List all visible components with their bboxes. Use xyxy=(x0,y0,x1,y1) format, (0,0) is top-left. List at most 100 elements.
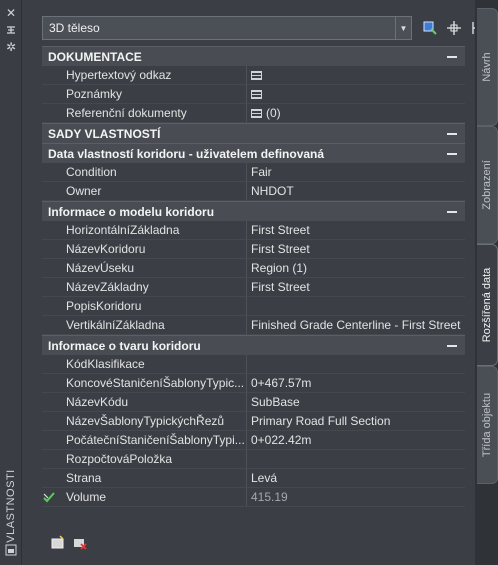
property-value[interactable]: First Street xyxy=(247,240,465,258)
property-name: NázevKoridoru xyxy=(42,240,247,258)
collapse-icon[interactable] xyxy=(447,152,457,155)
toolbar: 3D těleso ▼ xyxy=(42,16,492,40)
property-value[interactable] xyxy=(247,355,465,373)
tab-rozsirena-data[interactable]: Rozšířená data xyxy=(477,244,498,366)
property-row[interactable]: NázevKoridoru First Street xyxy=(42,240,465,259)
property-value[interactable] xyxy=(247,450,465,468)
property-name: Volume xyxy=(42,488,247,506)
category-header[interactable]: Informace o tvaru koridoru xyxy=(42,335,465,355)
property-row[interactable]: KoncovéStaničeníŠablonyTypic... 0+467.57… xyxy=(42,374,465,393)
property-value[interactable]: (0) xyxy=(247,104,465,122)
palette-tabs: Návrh Zobrazení Rozšířená data Třída obj… xyxy=(475,0,498,565)
collapse-icon[interactable] xyxy=(447,55,457,58)
tab-label: Zobrazení xyxy=(481,160,493,210)
property-row[interactable]: NázevŠablonyTypickýchŘezů Primary Road F… xyxy=(42,412,465,431)
property-name: KoncovéStaničeníŠablonyTypic... xyxy=(42,374,247,392)
property-row[interactable]: VertikálníZákladna Finished Grade Center… xyxy=(42,316,465,335)
collapse-icon[interactable] xyxy=(447,344,457,347)
quick-select-icon[interactable] xyxy=(444,18,464,38)
property-row[interactable]: Strana Levá xyxy=(42,469,465,488)
property-name: Condition xyxy=(42,163,247,181)
property-value[interactable] xyxy=(247,66,465,84)
property-value[interactable]: Region (1) xyxy=(247,259,465,277)
property-name: PočátečníStaničeníŠablonyTypi... xyxy=(42,431,247,449)
collapse-icon[interactable] xyxy=(447,210,457,213)
tab-label: Návrh xyxy=(481,52,493,82)
object-type-select[interactable]: 3D těleso ▼ xyxy=(42,16,412,40)
collapse-icon[interactable] xyxy=(447,132,457,135)
palette-title-bar: ✕ ✲ VLASTNOSTI xyxy=(0,0,22,565)
chevron-down-icon[interactable]: ▼ xyxy=(395,17,411,39)
object-type-value: 3D těleso xyxy=(49,21,100,35)
tab-label: Třída objektu xyxy=(481,392,493,458)
property-row[interactable]: Poznámky xyxy=(42,85,465,104)
property-name: Hypertextový odkaz xyxy=(42,66,247,84)
property-row[interactable]: PočátečníStaničeníŠablonyTypi... 0+022.4… xyxy=(42,431,465,450)
category-title: DOKUMENTACE xyxy=(48,49,142,64)
property-name: Poznámky xyxy=(42,85,247,103)
properties-panel: 3D těleso ▼ DOKUMENTACE Hypertextový odk… xyxy=(22,0,485,565)
property-row[interactable]: NázevKódu SubBase xyxy=(42,393,465,412)
calculated-property-icon xyxy=(40,488,58,507)
property-value[interactable] xyxy=(247,85,465,103)
property-name: Strana xyxy=(42,469,247,487)
category-title: SADY VLASTNOSTÍ xyxy=(48,126,161,141)
remove-property-set-icon[interactable] xyxy=(72,535,88,551)
property-value[interactable]: Fair xyxy=(247,163,465,181)
property-value[interactable]: 0+467.57m xyxy=(247,374,465,392)
property-row[interactable]: NázevZákladny First Street xyxy=(42,278,465,297)
table-icon[interactable] xyxy=(251,70,262,80)
table-icon[interactable] xyxy=(251,89,262,99)
property-row[interactable]: NázevÚseku Region (1) xyxy=(42,259,465,278)
property-row[interactable]: PopisKoridoru xyxy=(42,297,465,316)
category-header[interactable]: Data vlastností koridoru - uživatelem de… xyxy=(42,143,465,163)
category-title: Informace o modelu koridoru xyxy=(48,204,215,219)
property-name: VertikálníZákladna xyxy=(42,316,247,334)
property-value[interactable]: Finished Grade Centerline - First Street xyxy=(247,316,465,334)
pin-icon[interactable] xyxy=(4,24,18,38)
properties-icon[interactable] xyxy=(4,544,18,558)
property-row[interactable]: Volume 415.19 xyxy=(42,488,465,507)
property-row[interactable]: Condition Fair xyxy=(42,163,465,182)
property-row[interactable]: Hypertextový odkaz xyxy=(42,66,465,85)
property-value[interactable]: First Street xyxy=(247,221,465,239)
property-grid: DOKUMENTACE Hypertextový odkaz Poznámky … xyxy=(42,46,465,507)
tab-zobrazeni[interactable]: Zobrazení xyxy=(477,126,498,244)
value-text: (0) xyxy=(266,105,281,120)
table-icon[interactable] xyxy=(251,108,262,118)
property-name: HorizontálníZákladna xyxy=(42,221,247,239)
property-name: RozpočtováPoložka xyxy=(42,450,247,468)
property-value[interactable]: First Street xyxy=(247,278,465,296)
property-row[interactable]: Owner NHDOT xyxy=(42,182,465,201)
property-value[interactable] xyxy=(247,297,465,315)
palette-title: VLASTNOSTI xyxy=(5,469,17,543)
property-row[interactable]: HorizontálníZákladna First Street xyxy=(42,221,465,240)
property-name: KódKlasifikace xyxy=(42,355,247,373)
property-row[interactable]: KódKlasifikace xyxy=(42,355,465,374)
property-value[interactable]: Levá xyxy=(247,469,465,487)
category-header[interactable]: Informace o modelu koridoru xyxy=(42,201,465,221)
tab-trida-objektu[interactable]: Třída objektu xyxy=(477,366,498,484)
property-value[interactable]: Primary Road Full Section xyxy=(247,412,465,430)
property-value[interactable]: SubBase xyxy=(247,393,465,411)
select-objects-icon[interactable] xyxy=(420,18,440,38)
property-name: NázevKódu xyxy=(42,393,247,411)
property-row[interactable]: RozpočtováPoložka xyxy=(42,450,465,469)
property-name: NázevZákladny xyxy=(42,278,247,296)
tab-label: Rozšířená data xyxy=(481,267,493,343)
tab-navrh[interactable]: Návrh xyxy=(477,8,498,126)
category-title: Informace o tvaru koridoru xyxy=(48,338,201,353)
category-header[interactable]: DOKUMENTACE xyxy=(42,46,465,66)
property-row[interactable]: Referenční dokumenty (0) xyxy=(42,104,465,123)
property-name: Owner xyxy=(42,182,247,200)
property-name: NázevŠablonyTypickýchŘezů xyxy=(42,412,247,430)
property-name: Referenční dokumenty xyxy=(42,104,247,122)
property-value[interactable]: NHDOT xyxy=(247,182,465,200)
category-title: Data vlastností koridoru - uživatelem de… xyxy=(48,146,325,161)
settings-icon[interactable]: ✲ xyxy=(4,40,18,54)
add-property-set-icon[interactable] xyxy=(50,535,66,551)
property-value[interactable]: 0+022.42m xyxy=(247,431,465,449)
category-header[interactable]: SADY VLASTNOSTÍ xyxy=(42,123,465,143)
property-value: 415.19 xyxy=(251,489,288,504)
close-icon[interactable]: ✕ xyxy=(4,6,18,20)
